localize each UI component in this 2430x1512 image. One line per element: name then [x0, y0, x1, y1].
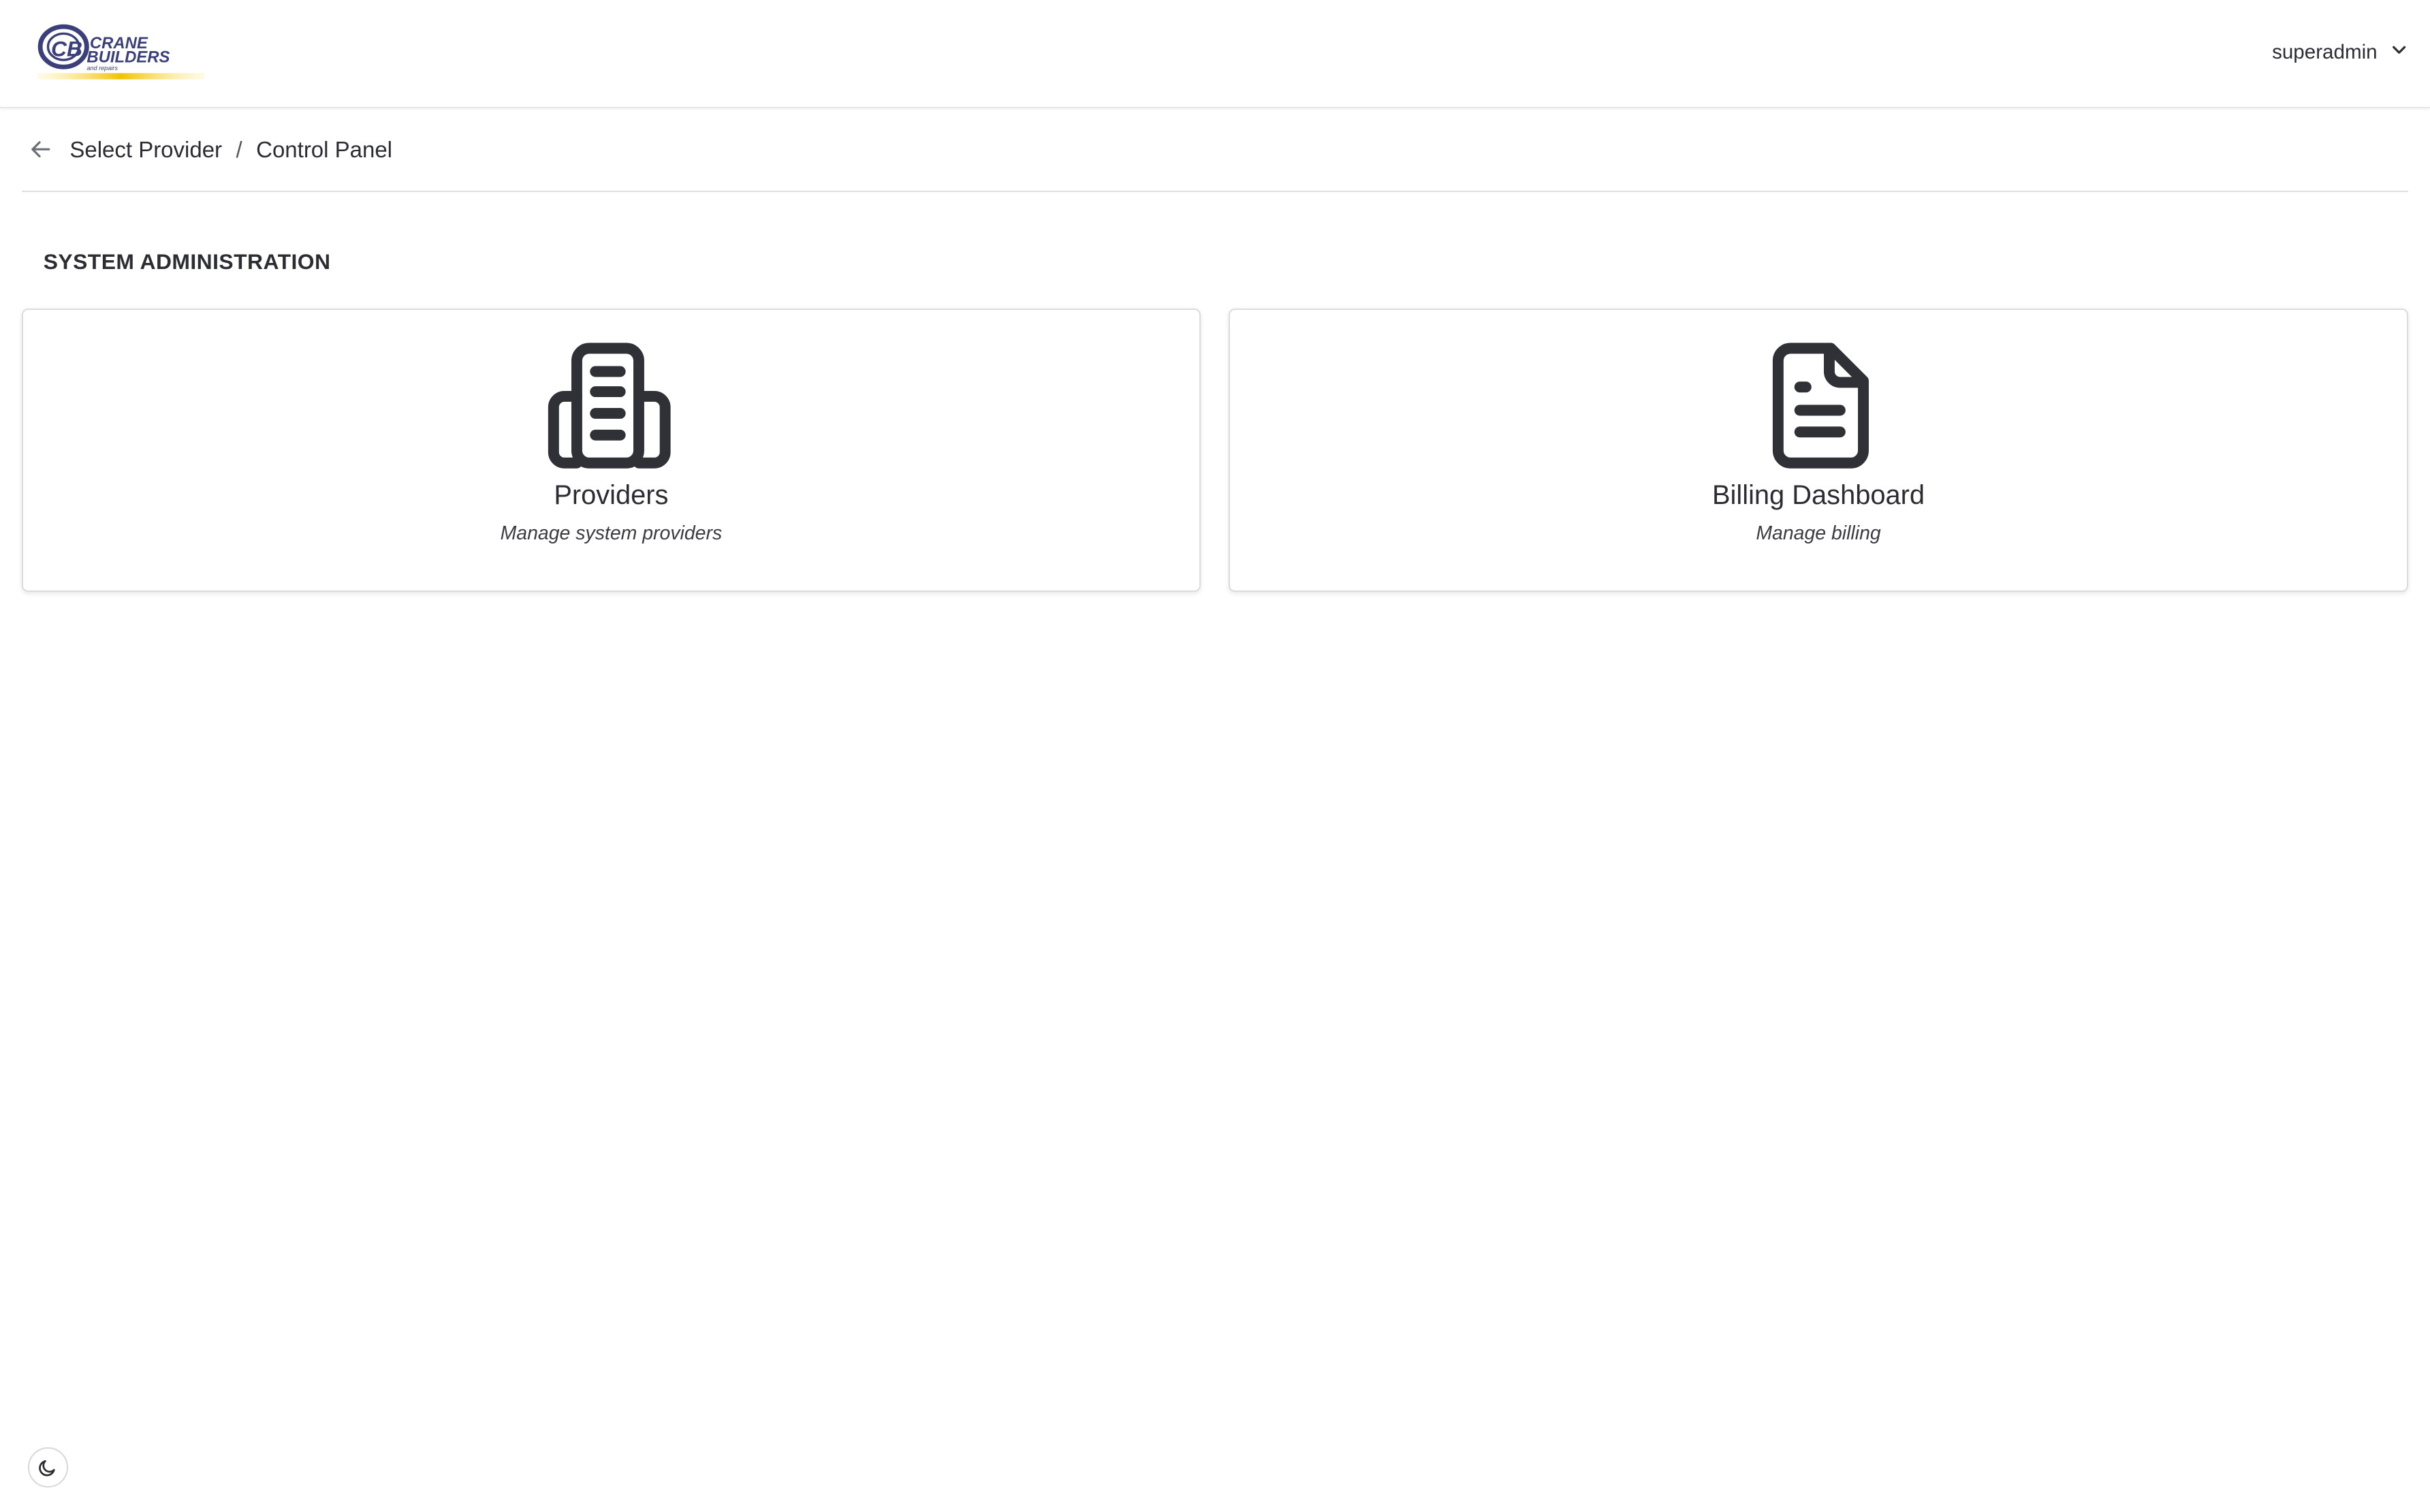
providers-card[interactable]: Providers Manage system providers	[21, 308, 1201, 592]
card-description: Manage system providers	[500, 522, 723, 544]
building-icon	[546, 341, 676, 477]
billing-dashboard-card[interactable]: Billing Dashboard Manage billing	[1229, 308, 2408, 592]
section-title: SYSTEM ADMINISTRATION	[43, 249, 331, 274]
card-description: Manage billing	[1756, 522, 1881, 544]
breadcrumb-item-control-panel: Control Panel	[256, 136, 392, 162]
breadcrumb-item-select-provider[interactable]: Select Provider	[69, 137, 222, 163]
breadcrumb-separator: /	[236, 136, 242, 162]
top-header: CB CRANE BUILDERS and repairs superadmin	[0, 0, 2430, 108]
theme-toggle-button[interactable]	[27, 1447, 68, 1487]
arrow-left-icon[interactable]	[28, 136, 56, 163]
card-title: Providers	[554, 480, 669, 511]
crane-builders-logo[interactable]: CB CRANE BUILDERS and repairs	[34, 20, 208, 86]
document-icon	[1753, 341, 1883, 477]
username-label: superadmin	[2272, 40, 2378, 63]
breadcrumb: Select Provider / Control Panel	[21, 108, 2409, 192]
moon-icon	[37, 1458, 58, 1478]
svg-text:CB: CB	[51, 36, 82, 61]
card-title: Billing Dashboard	[1711, 480, 1925, 511]
user-menu[interactable]: superadmin	[2272, 40, 2408, 64]
svg-text:and repairs: and repairs	[86, 64, 118, 71]
svg-text:BUILDERS: BUILDERS	[86, 48, 170, 66]
chevron-down-icon	[2390, 40, 2408, 64]
